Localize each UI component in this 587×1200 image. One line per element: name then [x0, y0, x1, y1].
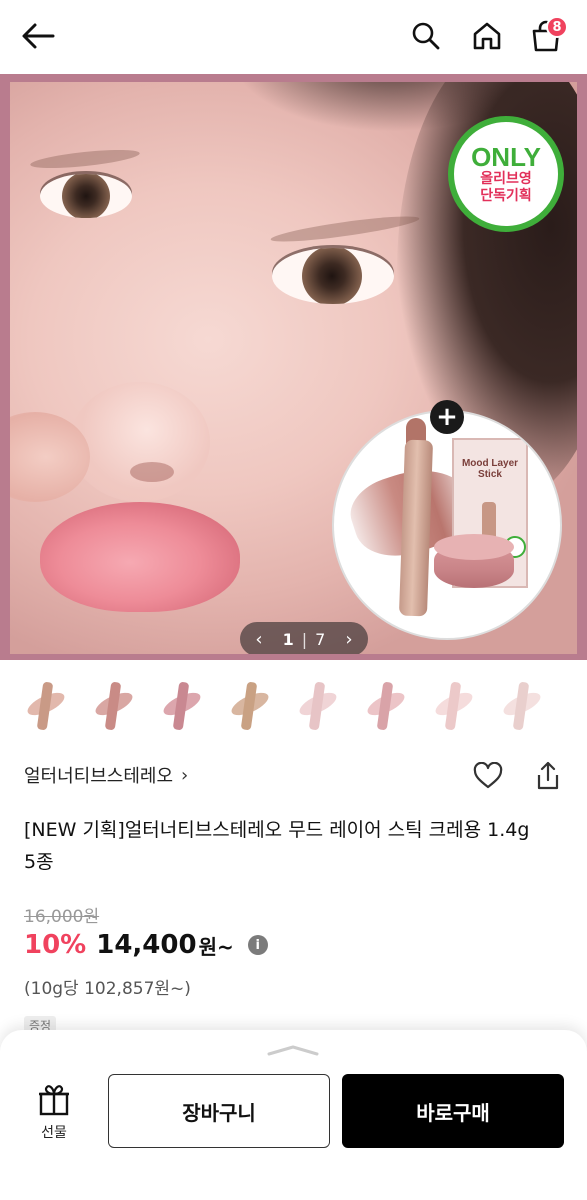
- sheet-handle-icon[interactable]: [266, 1044, 320, 1056]
- product-thumbnail[interactable]: [220, 672, 280, 740]
- search-icon: [412, 22, 440, 50]
- image-iris-right: [302, 248, 362, 304]
- cart-count-badge: 8: [546, 16, 568, 38]
- product-image-carousel[interactable]: ONLY 올리브영 단독기획 Mood Layer Stick + ‹ 1 | …: [0, 74, 587, 660]
- product-pot-lid: [434, 534, 514, 560]
- only-badge-line2: 단독기획: [480, 188, 532, 204]
- image-nose-shape: [70, 382, 210, 502]
- product-thumbnail[interactable]: [16, 672, 76, 740]
- bottom-purchase-bar: 선물 장바구니 바로구매: [0, 1030, 587, 1200]
- wishlist-button[interactable]: [470, 758, 506, 794]
- original-price: 16,000원: [24, 907, 100, 927]
- expand-plus-button[interactable]: +: [430, 400, 464, 434]
- image-brow-left: [29, 146, 141, 172]
- product-thumbnail[interactable]: [356, 672, 416, 740]
- home-icon: [473, 22, 501, 50]
- share-icon: [537, 761, 559, 790]
- image-pager: ‹ 1 | 7 ›: [240, 622, 368, 654]
- heart-icon: [473, 762, 503, 789]
- back-arrow-icon: [22, 23, 55, 49]
- search-button[interactable]: [404, 14, 448, 58]
- image-iris-left: [62, 174, 110, 218]
- pager-total: 7: [315, 629, 326, 649]
- home-button[interactable]: [465, 14, 509, 58]
- image-eye-left: [40, 174, 132, 218]
- pager-prev-button[interactable]: ‹: [250, 629, 268, 650]
- chevron-right-icon: ›: [181, 764, 189, 786]
- pager-separator: |: [301, 629, 308, 649]
- sale-price-row: 10% 14,400 원~ i: [24, 930, 268, 960]
- thumbnail-strip: [16, 672, 576, 742]
- crayon-stick: [398, 439, 434, 617]
- product-package-inset: Mood Layer Stick: [332, 410, 562, 640]
- gift-icon: [39, 1085, 69, 1116]
- buy-now-button[interactable]: 바로구매: [342, 1074, 564, 1148]
- unit-price: (10g당 102,857원~): [24, 979, 191, 999]
- gift-button[interactable]: 선물: [24, 1082, 84, 1152]
- product-thumbnail[interactable]: [152, 672, 212, 740]
- image-lips-shape: [40, 502, 240, 612]
- product-thumbnail[interactable]: [288, 672, 348, 740]
- image-eye-right: [272, 248, 394, 304]
- brand-link[interactable]: 얼터너티브스테레오 ›: [24, 762, 188, 788]
- share-button[interactable]: [530, 758, 566, 794]
- sale-price: 14,400: [96, 930, 197, 960]
- product-thumbnail[interactable]: [424, 672, 484, 740]
- discount-rate: 10%: [24, 930, 87, 960]
- pager-count: 1 | 7: [283, 630, 326, 649]
- add-to-cart-button[interactable]: 장바구니: [108, 1074, 330, 1148]
- sale-price-unit: 원~: [198, 934, 234, 959]
- only-badge-line1: 올리브영: [480, 171, 532, 187]
- top-navigation-bar: 8: [0, 0, 587, 74]
- back-button[interactable]: [16, 14, 60, 58]
- product-main-image: ONLY 올리브영 단독기획 Mood Layer Stick + ‹ 1 | …: [10, 82, 577, 654]
- only-badge-title: ONLY: [471, 142, 541, 172]
- pager-next-button[interactable]: ›: [340, 629, 358, 650]
- cart-button[interactable]: 8: [524, 14, 568, 58]
- product-title: [NEW 기획]얼터너티브스테레오 무드 레이어 스틱 크레용 1.4g 5종: [24, 819, 530, 873]
- price-info-icon[interactable]: i: [247, 935, 268, 955]
- product-thumbnail[interactable]: [84, 672, 144, 740]
- gift-label: 선물: [41, 1125, 67, 1141]
- product-thumbnail[interactable]: [492, 672, 552, 740]
- pager-current: 1: [282, 629, 294, 649]
- brand-name: 얼터너티브스테레오: [24, 766, 174, 787]
- product-box-title: Mood Layer Stick: [461, 458, 519, 480]
- olive-young-only-badge: ONLY 올리브영 단독기획: [448, 116, 564, 232]
- image-nostril-shape: [130, 462, 174, 482]
